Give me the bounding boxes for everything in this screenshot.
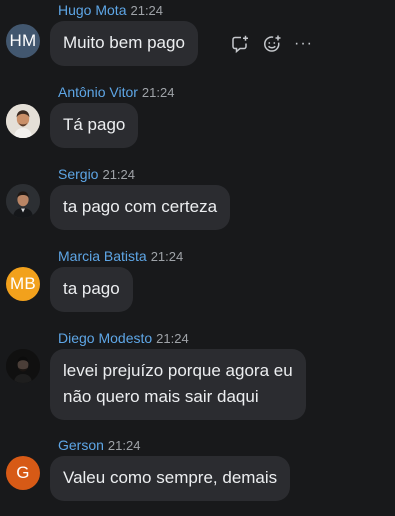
message-item[interactable]: Sergio 21:24 ta pago com certeza [0, 162, 395, 238]
message-header: Antônio Vitor 21:24 [58, 84, 174, 100]
message-header: Diego Modesto 21:24 [58, 330, 189, 346]
message-text: não quero mais sair daqui [63, 387, 259, 406]
avatar[interactable]: HM [6, 24, 40, 58]
message-header: Hugo Mota 21:24 [58, 2, 163, 18]
more-options-icon[interactable]: ··· [294, 36, 313, 52]
add-reaction-icon[interactable] [262, 34, 282, 54]
message-time: 21:24 [107, 438, 141, 453]
avatar[interactable] [6, 104, 40, 138]
sender-name[interactable]: Antônio Vitor [58, 84, 138, 100]
message-bubble: Muito bem pago [50, 21, 198, 66]
sender-name[interactable]: Sergio [58, 166, 98, 182]
message-text: Tá pago [63, 115, 126, 134]
chat-message-list: Hugo Mota 21:24 HM Muito bem pago ··· An… [0, 0, 395, 516]
sender-name[interactable]: Hugo Mota [58, 2, 126, 18]
message-item[interactable]: Marcia Batista 21:24 MB ta pago [0, 244, 395, 320]
message-header: Sergio 21:24 [58, 166, 135, 182]
person-photo-light-icon [6, 104, 40, 138]
avatar[interactable]: G [6, 456, 40, 490]
avatar[interactable] [6, 349, 40, 383]
message-bubble: Valeu como sempre, demais [50, 456, 291, 501]
sender-name[interactable]: Diego Modesto [58, 330, 152, 346]
message-item[interactable]: Diego Modesto 21:24 levei prejuízo porque… [0, 326, 395, 430]
message-bubble: Tá pago [50, 103, 139, 148]
avatar[interactable] [6, 184, 40, 218]
sender-name[interactable]: Gerson [58, 437, 104, 453]
avatar[interactable]: MB [6, 267, 40, 301]
message-bubble: ta pago com certeza [50, 185, 231, 230]
message-bubble: levei prejuízo porque agora eu não quero… [50, 349, 306, 420]
message-time: 21:24 [102, 167, 136, 182]
message-text: Valeu como sempre, demais [63, 468, 278, 487]
message-time: 21:24 [130, 3, 164, 18]
message-item[interactable]: Gerson 21:24 G Valeu como sempre, demais [0, 434, 395, 516]
person-photo-dark-icon [6, 184, 40, 218]
message-header: Gerson 21:24 [58, 437, 140, 453]
message-hover-actions: ··· [230, 34, 313, 54]
message-text: levei prejuízo porque agora eu [63, 361, 293, 380]
reply-in-thread-icon[interactable] [230, 34, 250, 54]
message-item[interactable]: Antônio Vitor 21:24 Tá pago [0, 80, 395, 156]
avatar-initials: HM [9, 31, 37, 50]
avatar-initials: G [16, 463, 30, 482]
sender-name[interactable]: Marcia Batista [58, 248, 147, 264]
message-time: 21:24 [150, 249, 184, 264]
message-text: ta pago [63, 279, 120, 298]
message-bubble: ta pago [50, 267, 133, 312]
message-text: ta pago com certeza [63, 197, 218, 216]
avatar-initials: MB [9, 274, 37, 293]
message-item[interactable]: Hugo Mota 21:24 HM Muito bem pago ··· [0, 0, 395, 76]
message-time: 21:24 [141, 85, 175, 100]
person-photo-dark-icon [6, 349, 40, 383]
message-header: Marcia Batista 21:24 [58, 248, 183, 264]
message-text: Muito bem pago [63, 33, 185, 52]
message-time: 21:24 [156, 331, 189, 346]
